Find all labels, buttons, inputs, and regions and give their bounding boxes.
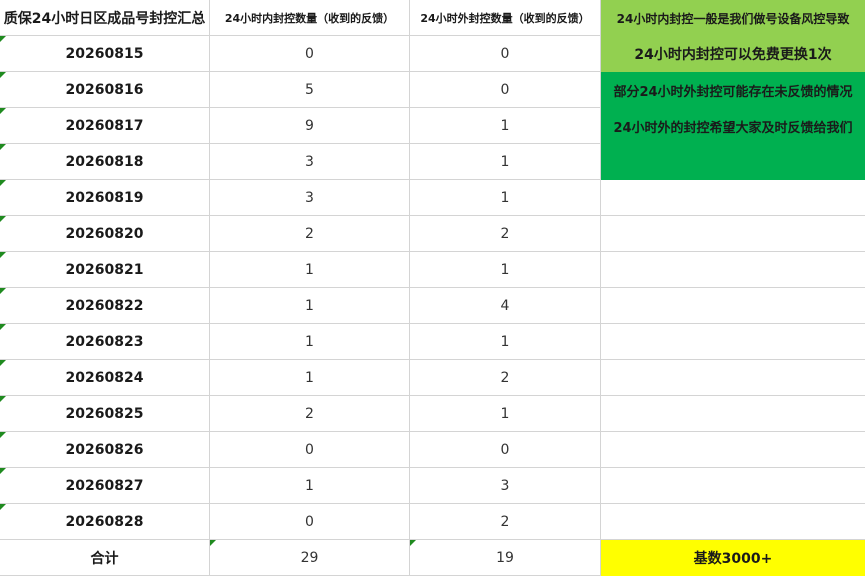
empty-cell[interactable]	[601, 288, 865, 324]
within-count-cell[interactable]: 5	[210, 72, 410, 108]
date-cell[interactable]: 20260827	[0, 468, 210, 504]
within-count-cell[interactable]: 1	[210, 360, 410, 396]
date-cell[interactable]: 20260824	[0, 360, 210, 396]
base-count-cell[interactable]: 基数3000+	[601, 540, 865, 576]
within-count-cell[interactable]: 0	[210, 432, 410, 468]
total-within-cell[interactable]: 29	[210, 540, 410, 576]
empty-cell[interactable]	[601, 504, 865, 540]
empty-cell[interactable]	[601, 468, 865, 504]
date-cell[interactable]: 20260819	[0, 180, 210, 216]
date-cell[interactable]: 20260822	[0, 288, 210, 324]
note-cell-line3[interactable]: 部分24小时外封控可能存在未反馈的情况	[601, 72, 865, 108]
outside-count-cell[interactable]: 4	[410, 288, 601, 324]
note-cell-fill[interactable]	[601, 144, 865, 180]
note-cell-line2[interactable]: 24小时内封控可以免费更换1次	[601, 36, 865, 72]
outside-count-cell[interactable]: 1	[410, 108, 601, 144]
date-cell[interactable]: 20260821	[0, 252, 210, 288]
date-cell[interactable]: 20260825	[0, 396, 210, 432]
outside-count-cell[interactable]: 1	[410, 324, 601, 360]
outside-count-cell[interactable]: 0	[410, 72, 601, 108]
empty-cell[interactable]	[601, 216, 865, 252]
date-cell[interactable]: 20260828	[0, 504, 210, 540]
note-cell-line4[interactable]: 24小时外的封控希望大家及时反馈给我们	[601, 108, 865, 144]
total-outside-cell[interactable]: 19	[410, 540, 601, 576]
outside-count-cell[interactable]: 1	[410, 180, 601, 216]
within-count-cell[interactable]: 0	[210, 504, 410, 540]
outside-count-cell[interactable]: 2	[410, 504, 601, 540]
empty-cell[interactable]	[601, 360, 865, 396]
header-title-cell[interactable]: 质保24小时日区成品号封控汇总	[0, 0, 210, 36]
outside-count-cell[interactable]: 1	[410, 396, 601, 432]
within-count-cell[interactable]: 1	[210, 252, 410, 288]
data-table: 质保24小时日区成品号封控汇总 24小时内封控数量（收到的反馈） 24小时外封控…	[0, 0, 865, 576]
empty-cell[interactable]	[601, 252, 865, 288]
within-count-cell[interactable]: 3	[210, 144, 410, 180]
date-cell[interactable]: 20260826	[0, 432, 210, 468]
spreadsheet: 质保24小时日区成品号封控汇总 24小时内封控数量（收到的反馈） 24小时外封控…	[0, 0, 865, 577]
within-count-cell[interactable]: 9	[210, 108, 410, 144]
outside-count-cell[interactable]: 2	[410, 216, 601, 252]
empty-cell[interactable]	[601, 180, 865, 216]
date-cell[interactable]: 20260820	[0, 216, 210, 252]
empty-cell[interactable]	[601, 396, 865, 432]
outside-count-cell[interactable]: 3	[410, 468, 601, 504]
date-cell[interactable]: 20260823	[0, 324, 210, 360]
within-count-cell[interactable]: 0	[210, 36, 410, 72]
empty-cell[interactable]	[601, 432, 865, 468]
empty-cell[interactable]	[601, 324, 865, 360]
date-cell[interactable]: 20260818	[0, 144, 210, 180]
within-count-cell[interactable]: 1	[210, 324, 410, 360]
header-outside-cell[interactable]: 24小时外封控数量（收到的反馈）	[410, 0, 601, 36]
date-cell[interactable]: 20260815	[0, 36, 210, 72]
within-count-cell[interactable]: 1	[210, 468, 410, 504]
total-label-cell[interactable]: 合计	[0, 540, 210, 576]
within-count-cell[interactable]: 3	[210, 180, 410, 216]
header-within-cell[interactable]: 24小时内封控数量（收到的反馈）	[210, 0, 410, 36]
outside-count-cell[interactable]: 2	[410, 360, 601, 396]
note-cell-line1[interactable]: 24小时内封控一般是我们做号设备风控导致	[601, 0, 865, 36]
within-count-cell[interactable]: 1	[210, 288, 410, 324]
within-count-cell[interactable]: 2	[210, 216, 410, 252]
outside-count-cell[interactable]: 0	[410, 36, 601, 72]
outside-count-cell[interactable]: 1	[410, 144, 601, 180]
date-cell[interactable]: 20260817	[0, 108, 210, 144]
within-count-cell[interactable]: 2	[210, 396, 410, 432]
outside-count-cell[interactable]: 1	[410, 252, 601, 288]
outside-count-cell[interactable]: 0	[410, 432, 601, 468]
date-cell[interactable]: 20260816	[0, 72, 210, 108]
